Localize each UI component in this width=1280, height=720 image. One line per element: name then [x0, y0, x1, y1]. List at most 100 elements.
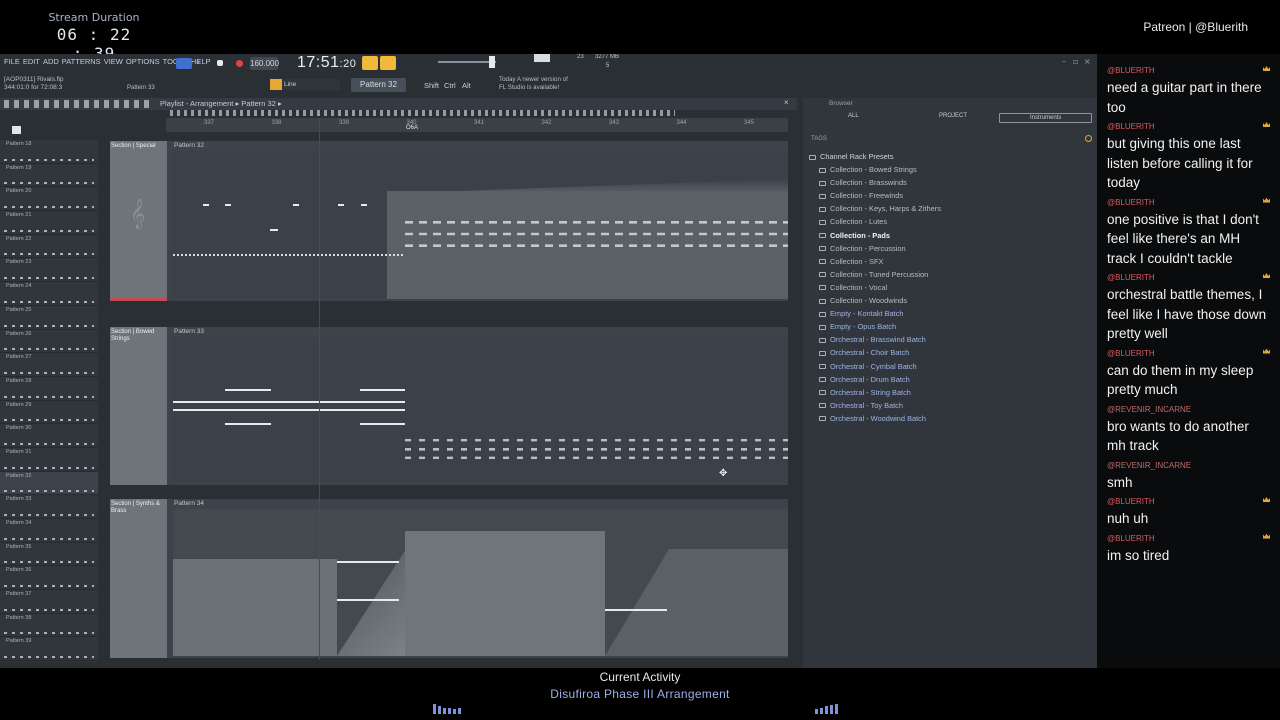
tree-item[interactable]: Orchestral - Toy Batch [809, 399, 969, 412]
ctrl-key-toggle[interactable]: Ctrl [444, 81, 456, 90]
track-item[interactable]: Pattern 20 [0, 187, 98, 212]
pattern-song-toggle[interactable] [362, 55, 398, 71]
shift-key-toggle[interactable]: Shift [424, 81, 439, 90]
tree-item[interactable]: Collection - Freewinds [809, 189, 969, 202]
track-item[interactable]: Pattern 34 [0, 519, 98, 543]
snap-icon[interactable] [270, 79, 282, 90]
track-item[interactable]: Pattern 32 [0, 471, 98, 496]
alt-key-toggle[interactable]: Alt [462, 81, 471, 90]
ruler-marker[interactable]: O6A [406, 125, 418, 131]
track-item[interactable]: Pattern 22 [0, 235, 98, 259]
clip-lane[interactable] [173, 509, 788, 656]
track-item[interactable]: Pattern 28 [0, 377, 98, 401]
menu-file[interactable]: FILE [4, 54, 20, 70]
track-item[interactable]: Pattern 27 [0, 353, 98, 377]
master-volume-slider[interactable] [438, 61, 496, 63]
track-item[interactable]: Pattern 25 [0, 306, 98, 330]
tree-item[interactable]: Collection - Percussion [809, 242, 969, 255]
tree-item[interactable]: Collection - Brasswinds [809, 176, 969, 189]
stop-button[interactable] [217, 60, 223, 66]
playlist-section-synths-brass[interactable]: Section | Synths & Brass Pattern 34 [110, 499, 788, 658]
track-item[interactable]: Pattern 23 [0, 258, 98, 283]
track-item[interactable]: Pattern 18 [0, 140, 98, 164]
menu-options[interactable]: OPTIONS [126, 54, 160, 70]
timeline-ruler[interactable]: 337 338 339 340 341 342 343 344 345 O6A [166, 118, 788, 132]
master-pitch-knob[interactable] [489, 56, 495, 68]
playlist-tools[interactable] [4, 100, 149, 108]
tree-item[interactable]: Orchestral - Drum Batch [809, 373, 969, 386]
chat-username[interactable]: @BLUERITH [1107, 348, 1270, 358]
tab-project[interactable]: PROJECT [939, 113, 967, 119]
tab-all[interactable]: ALL [848, 113, 859, 119]
tree-item[interactable]: Orchestral - Choir Batch [809, 346, 969, 359]
tree-item[interactable]: Collection - Keys, Harps & Zithers [809, 202, 969, 215]
playlist-close-icon[interactable]: × [784, 98, 789, 107]
menu-view[interactable]: VIEW [104, 54, 123, 70]
clip-lane[interactable] [173, 151, 788, 299]
pattern-track-list[interactable]: Pattern 18 Pattern 19 Pattern 20 Pattern 21… [0, 140, 98, 662]
tree-item[interactable]: Empty - Opus Batch [809, 320, 969, 333]
chat-username[interactable]: @REVENIR_INCARNE [1107, 461, 1270, 470]
track-item[interactable]: Pattern 31 [0, 448, 98, 472]
tree-root[interactable]: Channel Rack Presets [809, 150, 969, 163]
track-item[interactable]: Pattern 29 [0, 401, 98, 425]
tree-item[interactable]: Orchestral - String Batch [809, 386, 969, 399]
chat-username[interactable]: @BLUERITH [1107, 122, 1270, 131]
chat-username[interactable]: @BLUERITH [1107, 66, 1270, 75]
tree-item[interactable]: Collection - Lutes [809, 215, 969, 228]
tempo-display[interactable]: 160.000 [250, 57, 279, 70]
chat-message: @BLUERITH need a guitar part in there too [1097, 66, 1280, 117]
track-item[interactable]: Pattern 30 [0, 424, 98, 448]
browser-tree[interactable]: Channel Rack Presets Collection - Bowed S… [809, 150, 969, 425]
song-mode-icon[interactable] [362, 56, 378, 70]
track-item[interactable]: Pattern 24 [0, 282, 98, 306]
ruler-bar-number: 344 [676, 120, 687, 126]
track-item[interactable]: Pattern 39 [0, 637, 98, 662]
playlist-section-bowed-strings[interactable]: Section | Bowed Strings Pattern 33 [110, 327, 788, 485]
menu-patterns[interactable]: PATTERNS [62, 54, 101, 70]
tab-instruments[interactable]: Instruments [999, 113, 1093, 123]
news-panel[interactable]: Today A newer version of FL Studio is av… [499, 76, 568, 92]
chat-username[interactable]: @BLUERITH [1107, 533, 1270, 543]
record-button[interactable] [236, 60, 243, 67]
minimize-icon[interactable]: – [1062, 57, 1066, 66]
track-item[interactable]: Pattern 38 [0, 614, 98, 638]
menu-edit[interactable]: EDIT [23, 54, 40, 70]
chat-username[interactable]: @REVENIR_INCARNE [1107, 405, 1270, 414]
track-item[interactable]: Pattern 21 [0, 211, 98, 235]
chat-message: @BLUERITH but giving this one last listen… [1097, 122, 1280, 193]
tree-item[interactable]: Collection - SFX [809, 255, 969, 268]
note [270, 229, 278, 231]
tree-item[interactable]: Empty - Kontakt Batch [809, 307, 969, 320]
track-grid-icon[interactable] [12, 126, 21, 134]
tree-item[interactable]: Orchestral - Brasswind Batch [809, 333, 969, 346]
menu-add[interactable]: ADD [43, 54, 59, 70]
maximize-icon[interactable]: ▫ [1073, 57, 1078, 66]
search-icon[interactable] [1085, 135, 1092, 142]
playlist-section-special[interactable]: Section | Special 𝄞 Pattern 32 [110, 141, 788, 301]
pause-icon[interactable]: ⏸ [196, 58, 206, 69]
track-item[interactable]: Pattern 37 [0, 590, 98, 614]
close-icon[interactable]: × [1084, 57, 1091, 66]
tree-item[interactable]: Orchestral - Cymbal Batch [809, 360, 969, 373]
clip-lane[interactable] [173, 337, 788, 483]
track-item[interactable]: Pattern 35 [0, 543, 98, 567]
track-item[interactable]: Pattern 33 [0, 495, 98, 519]
tree-item[interactable]: Collection - Bowed Strings [809, 163, 969, 176]
play-button[interactable] [176, 58, 192, 69]
chat-username[interactable]: @BLUERITH [1107, 197, 1270, 207]
track-item[interactable]: Pattern 19 [0, 164, 98, 188]
track-item[interactable]: Pattern 36 [0, 566, 98, 591]
tree-item[interactable]: Collection - Tuned Percussion [809, 268, 969, 281]
typing-keyboard-icon[interactable] [380, 56, 396, 70]
chat-username[interactable]: @BLUERITH [1107, 497, 1270, 506]
chat-username[interactable]: @BLUERITH [1107, 273, 1270, 282]
tree-item[interactable]: Orchestral - Woodwind Batch [809, 412, 969, 425]
tree-item[interactable]: Collection - Vocal [809, 281, 969, 294]
tree-item[interactable]: Collection - Pads [809, 229, 969, 242]
chat-message: @BLUERITH nuh uh [1097, 497, 1280, 529]
track-item[interactable]: Pattern 26 [0, 330, 98, 354]
tree-item[interactable]: Collection - Woodwinds [809, 294, 969, 307]
pattern-selector[interactable]: Pattern 32 [351, 78, 406, 92]
playhead[interactable] [319, 118, 320, 660]
